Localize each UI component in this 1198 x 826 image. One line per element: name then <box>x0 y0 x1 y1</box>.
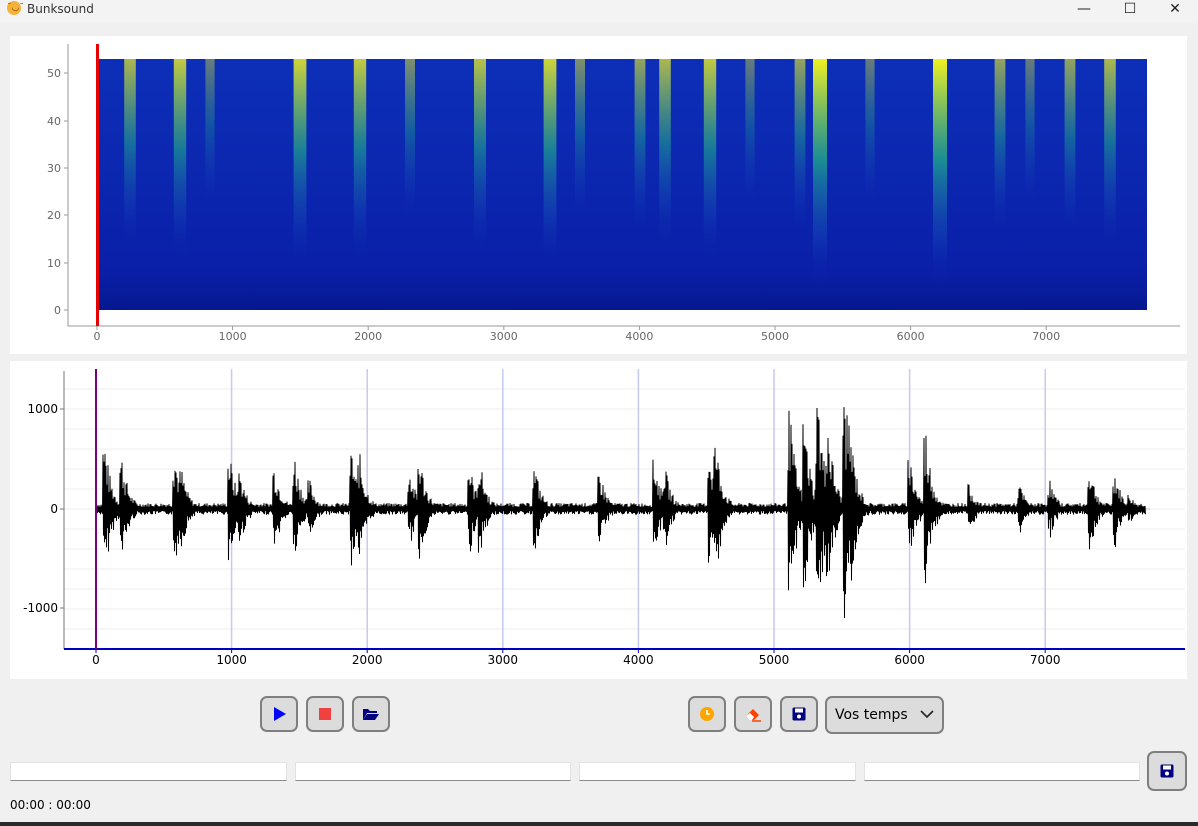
x-axis-ticks: 0 1000 2000 3000 4000 5000 6000 7000 <box>94 326 1060 343</box>
window-bottom-edge <box>0 822 1198 826</box>
x-tick-label: 3000 <box>488 653 519 667</box>
x-tick-label: 5000 <box>759 653 790 667</box>
x-tick-label: 0 <box>94 330 101 343</box>
spectral-band <box>794 59 806 235</box>
spectral-band <box>1104 59 1116 248</box>
spectral-band <box>353 59 367 260</box>
x-axis-ticks: 0 1000 2000 3000 4000 5000 6000 7000 <box>92 649 1060 667</box>
times-dropdown[interactable]: Vos temps <box>825 696 944 734</box>
x-tick-label: 1000 <box>219 330 247 343</box>
spectrogram-panel: 50 40 30 20 10 0 0 1000 2000 3000 4000 5000 6000 700… <box>10 36 1187 354</box>
x-tick-label: 6000 <box>894 653 925 667</box>
playhead-cursor[interactable] <box>95 369 97 649</box>
text-field-4[interactable] <box>864 762 1140 781</box>
y-tick-label: 0 <box>50 502 58 516</box>
spectral-band <box>405 59 415 223</box>
spectrogram-plot[interactable]: 50 40 30 20 10 0 0 1000 2000 3000 4000 5000 6000 700… <box>10 36 1187 354</box>
spectral-band <box>659 59 671 248</box>
x-tick-label: 7000 <box>1030 653 1061 667</box>
x-tick-label: 7000 <box>1032 330 1060 343</box>
waveform-panel: 1000 0 -1000 0 1000 2000 3000 4000 5000 6000 7000 <box>10 361 1187 679</box>
play-icon <box>274 707 286 721</box>
x-tick-label: 2000 <box>354 330 382 343</box>
spectral-band <box>703 59 717 260</box>
y-tick-label: 20 <box>47 209 61 222</box>
y-tick-label: 40 <box>47 115 61 128</box>
save-icon <box>1160 764 1174 778</box>
y-tick-label: 1000 <box>27 402 58 416</box>
y-axis-ticks: 50 40 30 20 10 0 <box>47 67 68 317</box>
time-readout: 00:00 : 00:00 <box>10 798 91 812</box>
spectral-band <box>543 59 557 267</box>
spectral-band <box>205 59 215 210</box>
spectral-band <box>813 59 827 285</box>
close-button[interactable]: ✕ <box>1152 0 1198 22</box>
stop-icon <box>319 708 331 720</box>
x-tick-label: 3000 <box>490 330 518 343</box>
y-tick-label: 0 <box>54 304 61 317</box>
open-file-button[interactable] <box>352 696 390 732</box>
spectral-band <box>634 59 646 235</box>
spectral-band <box>575 59 585 223</box>
play-button[interactable] <box>260 696 298 732</box>
y-tick-label: 10 <box>47 257 61 270</box>
eraser-icon <box>746 709 761 722</box>
y-tick-label: -1000 <box>23 601 58 615</box>
spectral-band <box>124 59 136 248</box>
folder-open-icon <box>363 709 379 720</box>
chevron-down-icon <box>920 710 934 719</box>
spectral-band <box>173 59 187 260</box>
spectral-band <box>933 59 947 285</box>
smiley-icon: ˘◡˘ <box>7 1 24 15</box>
window-title: Bunksound <box>27 2 94 16</box>
x-tick-label: 2000 <box>352 653 383 667</box>
waveform-signal <box>95 407 1146 619</box>
waveform-plot[interactable]: 1000 0 -1000 0 1000 2000 3000 4000 5000 6000 7000 <box>10 361 1187 679</box>
text-field-3[interactable] <box>579 762 856 781</box>
x-tick-label: 0 <box>92 653 100 667</box>
title-bar: ˘◡˘ Bunksound — ☐ ✕ <box>0 0 1198 22</box>
y-axis-ticks: 1000 0 -1000 <box>23 402 64 615</box>
x-tick-label: 1000 <box>216 653 247 667</box>
text-field-2[interactable] <box>295 762 571 781</box>
spectral-band <box>1025 59 1035 210</box>
spectral-band <box>745 59 755 210</box>
stop-button[interactable] <box>306 696 344 732</box>
save-button[interactable] <box>780 696 818 732</box>
save-icon <box>792 707 806 721</box>
x-tick-label: 4000 <box>625 330 653 343</box>
y-tick-label: 50 <box>47 67 61 80</box>
spectral-band <box>994 59 1006 235</box>
maximize-button[interactable]: ☐ <box>1107 0 1153 22</box>
dropdown-label: Vos temps <box>835 707 908 723</box>
y-tick-label: 30 <box>47 162 61 175</box>
text-field-1[interactable] <box>10 762 287 781</box>
spectral-band <box>1064 59 1076 235</box>
minimize-button[interactable]: — <box>1061 0 1107 22</box>
spectral-band <box>293 59 307 267</box>
playhead-cursor[interactable] <box>96 44 99 326</box>
spectral-band <box>474 59 486 254</box>
spectrogram-background <box>98 59 1147 310</box>
save-fields-button[interactable] <box>1147 751 1187 791</box>
clock-icon <box>700 707 714 721</box>
x-tick-label: 5000 <box>761 330 789 343</box>
x-tick-label: 6000 <box>897 330 925 343</box>
spectral-band <box>865 59 875 210</box>
timer-button[interactable] <box>688 696 726 732</box>
x-tick-label: 4000 <box>623 653 654 667</box>
erase-button[interactable] <box>734 696 772 732</box>
